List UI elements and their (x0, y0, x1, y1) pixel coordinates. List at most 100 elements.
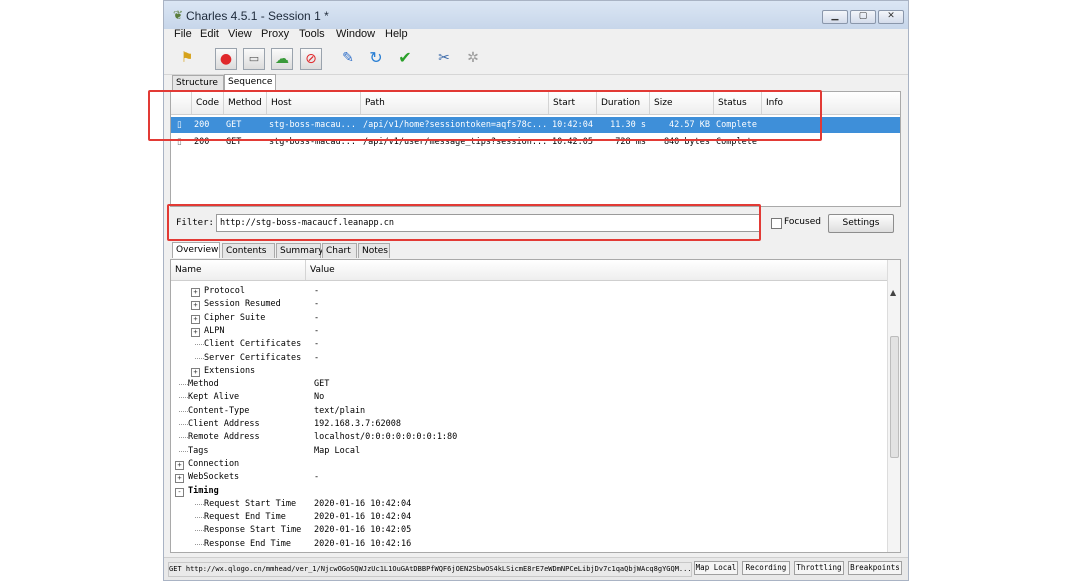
tree-connector (179, 410, 188, 412)
charles-logo-icon: ❦ (173, 8, 184, 22)
tree-connector (195, 357, 204, 359)
tree-row-name: WebSockets (188, 472, 240, 483)
tree-row[interactable]: + WebSockets - (171, 471, 887, 484)
tree-row[interactable]: + ALPN - (171, 325, 887, 338)
breakpoints-button[interactable]: Breakpoints (848, 561, 902, 575)
tree-row-value: - (314, 339, 320, 350)
tree-row-name: Client Certificates (204, 339, 302, 350)
expand-icon[interactable]: + (191, 314, 200, 324)
tree-row[interactable]: Client Address 192.168.3.7:62008 (171, 418, 887, 431)
tree-row[interactable]: Kept Alive No (171, 391, 887, 404)
tree-row-value: - (314, 325, 320, 336)
menu-tools[interactable]: Tools (299, 28, 325, 40)
stop-icon[interactable]: ⊘ (300, 48, 322, 70)
tree-row-name: Server Certificates (204, 352, 302, 363)
tree-row[interactable]: + Connection (171, 458, 887, 471)
tab-notes[interactable]: Notes (358, 243, 390, 258)
toolbar: ⚑ ● ▭ ☁ ⊘ ✎ ↻ ✔ ✂ ✲ (164, 44, 908, 75)
tree-connector (179, 384, 188, 386)
tree-row[interactable]: + Protocol - (171, 285, 887, 298)
tree-row[interactable]: - Timing (171, 485, 887, 498)
compose-icon[interactable]: ✎ (337, 48, 359, 70)
collapse-icon[interactable]: - (175, 487, 184, 497)
maximize-button[interactable]: ▢ (850, 10, 876, 24)
view-tabs: Structure Sequence (172, 74, 292, 90)
tree-row-value: 2020-01-16 10:42:04 (314, 512, 412, 523)
tree-row[interactable]: Tags Map Local (171, 445, 887, 458)
tree-row-name: Cipher Suite (204, 312, 266, 323)
tree-row-value: 192.168.3.7:62008 (314, 419, 401, 429)
overview-scrollbar[interactable]: ▲ (887, 260, 900, 552)
tab-overview[interactable]: Overview (172, 242, 220, 258)
tree-connector (179, 424, 188, 425)
expand-icon[interactable]: + (191, 288, 200, 297)
expand-icon[interactable]: + (175, 474, 184, 484)
breakpoint-icon[interactable]: ☁ (271, 48, 293, 70)
expand-icon[interactable]: + (191, 327, 200, 337)
focused-checkbox[interactable] (771, 218, 782, 229)
tree-row[interactable]: Client Certificates - (171, 338, 887, 351)
tree-row[interactable]: Server Certificates - (171, 352, 887, 365)
menu-window[interactable]: Window (336, 28, 375, 40)
map-local-button[interactable]: Map Local (694, 561, 738, 575)
throttle-icon[interactable]: ▭ (243, 48, 265, 70)
tools-icon[interactable]: ✂ (433, 48, 455, 70)
highlight-box-filter (167, 204, 761, 241)
record-icon[interactable]: ● (215, 48, 237, 70)
tree-row[interactable]: Response End Time 2020-01-16 10:42:16 (171, 538, 887, 551)
expand-icon[interactable]: + (175, 460, 184, 470)
col-name[interactable]: Name (171, 260, 305, 280)
tree-row-name: Response Start Time (204, 525, 302, 536)
highlight-box-table (148, 90, 822, 141)
tree-row[interactable]: Method GET (171, 378, 887, 391)
tab-summary[interactable]: Summary (276, 243, 324, 258)
col-value[interactable]: Value (305, 260, 887, 280)
tree-row[interactable]: + Session Resumed - (171, 298, 887, 311)
overview-header: Name Value (171, 260, 887, 281)
menu-proxy[interactable]: Proxy (261, 28, 289, 40)
tree-row[interactable]: Content-Type text/plain (171, 405, 887, 418)
tab-chart[interactable]: Chart (322, 243, 357, 258)
recording-button[interactable]: Recording (742, 561, 790, 575)
window-title: Charles 4.5.1 - Session 1 * (186, 9, 329, 23)
tree-row[interactable]: + Cipher Suite - (171, 312, 887, 325)
settings-icon[interactable]: ✲ (462, 48, 484, 70)
tree-row[interactable]: + Extensions (171, 365, 887, 378)
repeat-icon[interactable]: ↻ (365, 48, 387, 70)
tree-row-value: - (314, 299, 320, 310)
tree-row[interactable]: Request End Time 2020-01-16 10:42:04 (171, 511, 887, 524)
tree-row-name: Kept Alive (188, 392, 240, 403)
throttling-button[interactable]: Throttling (794, 561, 844, 575)
menu-file[interactable]: File (174, 28, 192, 40)
focused-label: Focused (784, 217, 821, 227)
tree-row-name: Request Start Time (204, 498, 297, 509)
tree-row[interactable]: Remote Address localhost/0:0:0:0:0:0:0:1:… (171, 431, 887, 444)
tree-connector (179, 397, 188, 399)
expand-icon[interactable]: + (191, 367, 200, 377)
tab-contents[interactable]: Contents (222, 243, 275, 258)
detail-tabs: Overview Contents Summary Chart Notes (172, 242, 392, 258)
tab-sequence[interactable]: Sequence (224, 74, 276, 90)
status-text: GET http://wx.qlogo.cn/mmhead/ver_1/Njcw… (168, 562, 692, 577)
tree-row-name: Timing (188, 485, 219, 496)
expand-icon[interactable]: + (191, 301, 200, 311)
validate-icon[interactable]: ✔ (394, 48, 416, 70)
minimize-button[interactable]: ▁ (822, 10, 848, 24)
close-button[interactable]: ✕ (878, 10, 904, 24)
broom-icon[interactable]: ⚑ (176, 48, 198, 70)
scroll-thumb[interactable] (890, 336, 899, 458)
tab-structure[interactable]: Structure (172, 75, 224, 90)
menu-help[interactable]: Help (385, 28, 408, 40)
tree-row[interactable]: Request Start Time 2020-01-16 10:42:04 (171, 498, 887, 511)
menu-view[interactable]: View (228, 28, 252, 40)
tree-row-name: Remote Address (188, 432, 260, 443)
tree-row-name: Duration (204, 551, 245, 552)
scroll-up-icon[interactable]: ▲ (890, 288, 896, 297)
tree-row-name: Method (188, 379, 219, 390)
settings-button[interactable]: Settings (828, 214, 894, 233)
tree-row-value: - (314, 286, 320, 296)
tree-connector (195, 503, 204, 505)
tree-row[interactable]: Duration 11.30 s (171, 551, 887, 552)
menu-edit[interactable]: Edit (200, 28, 219, 40)
tree-row[interactable]: Response Start Time 2020-01-16 10:42:05 (171, 524, 887, 537)
